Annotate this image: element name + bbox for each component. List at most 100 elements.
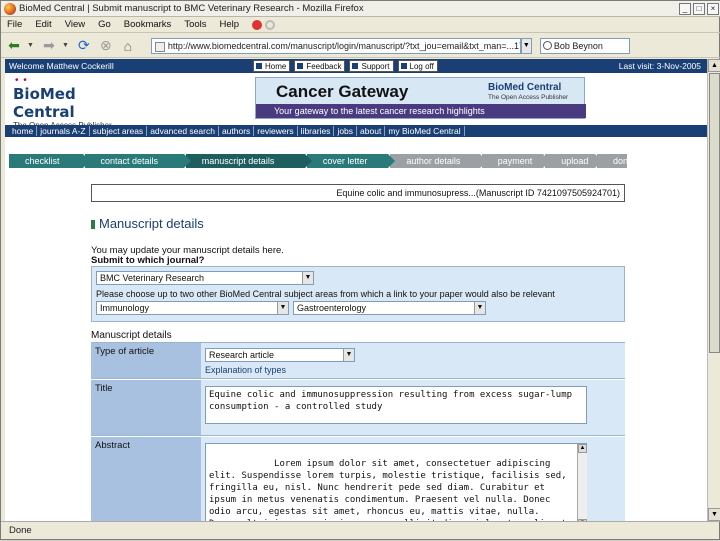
journal-select-value: BMC Veterinary Research (100, 273, 205, 283)
menu-file[interactable]: File (7, 19, 22, 30)
menu-go[interactable]: Go (98, 19, 111, 30)
subject-area-2-value: Gastroenterology (297, 303, 367, 313)
minimize-button[interactable]: _ (679, 2, 691, 15)
subject-areas-hint: Please choose up to two other BioMed Cen… (96, 289, 555, 299)
welcome-bar: Welcome Matthew Cockerill Home Feedback … (5, 59, 707, 73)
site-navigation: home journals A-Z subject areas advanced… (5, 125, 707, 137)
type-label: Type of article (91, 343, 201, 378)
nav-libraries[interactable]: libraries (298, 126, 335, 136)
address-bar[interactable]: http://www.biomedcentral.com/manuscript/… (150, 37, 521, 54)
chevron-down-icon: ▼ (277, 302, 288, 314)
journal-selection-panel: BMC Veterinary Research ▼ Please choose … (91, 266, 625, 322)
title-bar: BioMed Central | Submit manuscript to BM… (1, 1, 720, 17)
nav-home[interactable]: home (9, 126, 38, 136)
subject-area-1-select[interactable]: Immunology ▼ (96, 301, 289, 315)
journal-heading: Submit to which journal? (91, 255, 205, 266)
scrollbar-thumb[interactable] (709, 73, 720, 353)
nav-reviewers[interactable]: reviewers (254, 126, 298, 136)
nav-my-biomed-central[interactable]: my BioMed Central (385, 126, 465, 136)
step-payment: payment (481, 154, 550, 168)
log-off-link[interactable]: Log off (397, 60, 438, 72)
step-cover-letter[interactable]: cover letter (306, 154, 396, 168)
logo-dots-icon: • • (15, 75, 28, 86)
submission-steps: checklist contact details manuscript det… (9, 154, 633, 168)
chevron-down-icon: ▼ (343, 349, 354, 361)
abstract-scrollbar[interactable]: ▲ ▼ (577, 444, 587, 521)
title-field: Equine colic and immunosuppression resul… (201, 380, 625, 435)
logo-name: BioMed Central (13, 85, 76, 121)
scroll-up-icon[interactable]: ▲ (578, 444, 587, 453)
home-icon[interactable]: ⌂ (119, 37, 137, 55)
stop-icon[interactable]: ⊗ (97, 37, 115, 55)
abstract-row: Abstract Lorem ipsum dolor sit amet, con… (91, 437, 625, 521)
firefox-logo-icon (4, 2, 16, 15)
abstract-text: Lorem ipsum dolor sit amet, consectetuer… (209, 459, 567, 521)
page-scrollbar[interactable]: ▲ ▼ (707, 59, 720, 521)
chevron-down-icon: ▼ (302, 272, 313, 284)
feedback-link[interactable]: Feedback (294, 60, 346, 72)
abstract-field: Lorem ipsum dolor sit amet, consectetuer… (201, 437, 625, 521)
manuscript-details-table: Type of article Research article ▼ Expla… (91, 342, 625, 521)
maximize-button[interactable]: □ (693, 2, 705, 15)
nav-advanced-search[interactable]: advanced search (147, 126, 219, 136)
back-history-dropdown[interactable]: ▼ (27, 42, 34, 49)
address-dropdown[interactable]: ▼ (520, 37, 532, 54)
nav-jobs[interactable]: jobs (334, 126, 358, 136)
section-title: Manuscript details (91, 216, 204, 231)
banner-brand: BioMed Central (488, 82, 562, 93)
step-contact-details[interactable]: contact details (84, 154, 192, 168)
chevron-down-icon: ▼ (474, 302, 485, 314)
menu-bookmarks[interactable]: Bookmarks (124, 19, 172, 30)
forward-arrow-icon[interactable]: ➡ (40, 37, 58, 55)
type-field: Research article ▼ Explanation of types (201, 343, 625, 378)
menu-edit[interactable]: Edit (35, 19, 51, 30)
search-input[interactable]: Bob Beynon (539, 37, 630, 54)
window-title: BioMed Central | Submit manuscript to BM… (19, 3, 364, 14)
nav-journals[interactable]: journals A-Z (37, 126, 90, 136)
step-manuscript-details[interactable]: manuscript details (185, 154, 313, 168)
home-link[interactable]: Home (253, 60, 291, 72)
scroll-down-icon[interactable]: ▼ (708, 508, 720, 521)
header-links: Home Feedback Support Log off (253, 60, 442, 72)
page-viewport: Welcome Matthew Cockerill Home Feedback … (5, 59, 707, 521)
menu-help[interactable]: Help (220, 19, 240, 30)
article-type-value: Research article (209, 350, 275, 360)
subject-area-1-value: Immunology (100, 303, 150, 313)
banner-title: Cancer Gateway (276, 82, 409, 101)
menu-bar: File Edit View Go Bookmarks Tools Help (1, 17, 720, 33)
cancer-gateway-banner[interactable]: Cancer Gateway BioMed Central The Open A… (255, 77, 586, 119)
nav-authors[interactable]: authors (219, 126, 255, 136)
scroll-up-icon[interactable]: ▲ (708, 59, 720, 72)
welcome-text: Welcome Matthew Cockerill (9, 61, 114, 71)
reload-icon[interactable]: ⟳ (75, 37, 93, 55)
step-checklist[interactable]: checklist (9, 154, 89, 168)
menu-tools[interactable]: Tools (184, 19, 206, 30)
title-textarea[interactable]: Equine colic and immunosuppression resul… (205, 386, 587, 424)
abstract-label: Abstract (91, 437, 201, 521)
loading-throbber-icon (265, 19, 276, 30)
nav-about[interactable]: about (357, 126, 386, 136)
subject-area-2-select[interactable]: Gastroenterology ▼ (293, 301, 486, 315)
biomed-central-logo[interactable]: • • BioMed Central The Open Access Publi… (13, 75, 133, 130)
manuscript-id-banner: Equine colic and immunosupress...(Manusc… (91, 184, 625, 202)
abstract-textarea[interactable]: Lorem ipsum dolor sit amet, consectetuer… (205, 443, 587, 521)
back-arrow-icon[interactable]: ⬅ (5, 37, 23, 55)
journal-select[interactable]: BMC Veterinary Research ▼ (96, 271, 314, 285)
close-window-button[interactable]: × (707, 2, 719, 15)
explanation-of-types-link[interactable]: Explanation of types (205, 365, 286, 375)
support-link[interactable]: Support (349, 60, 394, 72)
title-label: Title (91, 380, 201, 435)
manuscript-details-heading: Manuscript details (91, 330, 172, 341)
status-bar: Done (1, 521, 720, 541)
banner-brand-sub: The Open Access Publisher (488, 94, 569, 101)
forward-history-dropdown[interactable]: ▼ (62, 42, 69, 49)
article-type-select[interactable]: Research article ▼ (205, 348, 355, 362)
title-row: Title Equine colic and immunosuppression… (91, 380, 625, 436)
browser-window: BioMed Central | Submit manuscript to BM… (0, 0, 720, 540)
banner-tagline: Your gateway to the latest cancer resear… (256, 104, 586, 118)
last-visit: Last visit: 3-Nov-2005 (618, 61, 701, 71)
step-upload: upload (545, 154, 602, 168)
navigation-toolbar: ⬅ ▼ ➡ ▼ ⟳ ⊗ ⌂ http://www.biomedcentral.c… (1, 34, 720, 58)
menu-view[interactable]: View (65, 19, 85, 30)
nav-subject-areas[interactable]: subject areas (90, 126, 148, 136)
